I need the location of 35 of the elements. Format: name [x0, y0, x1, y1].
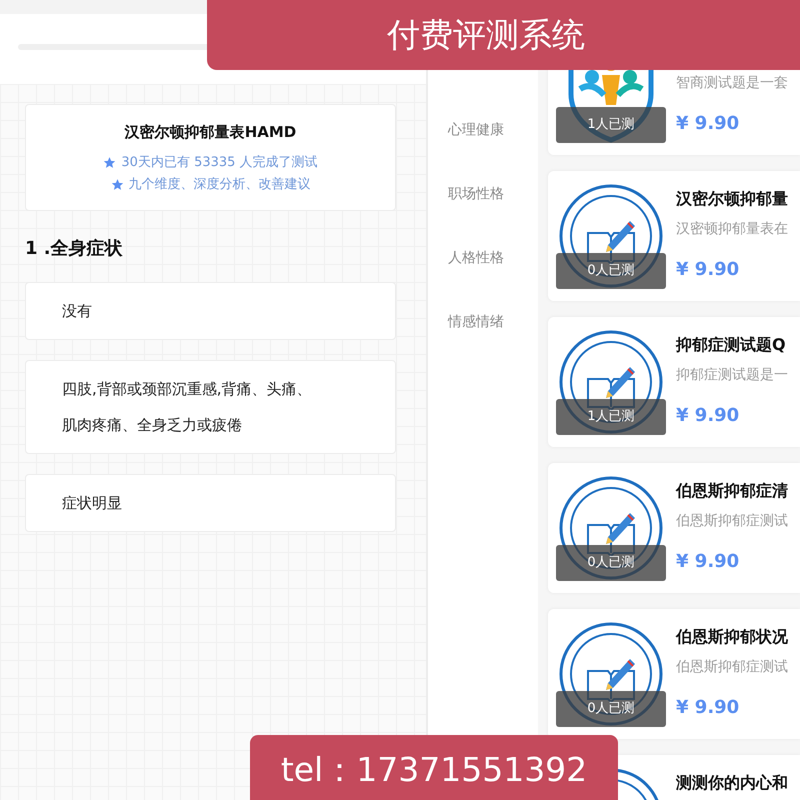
test-price: ¥ 9.90 — [676, 550, 740, 574]
test-title: 汉密尔顿抑郁量 — [676, 188, 788, 210]
scale-title: 汉密尔顿抑郁量表HAMD — [124, 122, 298, 143]
category-tab[interactable]: 情感情绪 — [428, 290, 504, 354]
test-price: ¥ 9.90 — [676, 696, 740, 720]
banner-title: 付费评测系统 — [207, 0, 800, 70]
taken-count: 0人已测 — [556, 545, 666, 581]
answer-option[interactable]: 症状明显 — [25, 474, 396, 532]
test-price: ¥ 9.90 — [676, 258, 740, 282]
test-description: 伯恩斯抑郁症测试 — [676, 658, 788, 677]
test-description: 抑郁症测试题是一 — [676, 366, 788, 385]
test-description: 智商测试题是一套 — [676, 74, 788, 93]
highlight-text: 30天内已有 53335 人完成了测试 — [121, 154, 318, 172]
answer-option[interactable]: 没有 — [25, 282, 396, 340]
test-description: 汉密顿抑郁量表在 — [676, 220, 788, 239]
test-title: 测测你的内心和 — [676, 772, 788, 794]
test-title: 抑郁症测试题Q — [676, 334, 787, 356]
category-tab[interactable]: 人格性格 — [428, 226, 504, 290]
category-tab[interactable]: 职场性格 — [428, 162, 504, 226]
test-title: 伯恩斯抑郁症清 — [676, 480, 788, 502]
star-icon — [110, 178, 124, 191]
category-tab[interactable]: 心理健康 — [428, 98, 504, 162]
test-title: 伯恩斯抑郁状况 — [676, 626, 788, 648]
taken-count: 1人已测 — [556, 107, 666, 143]
taken-count: 0人已测 — [556, 691, 666, 727]
test-description: 伯恩斯抑郁症测试 — [676, 512, 788, 531]
answer-option[interactable]: 四肢,背部或颈部沉重感,背痛、头痛、 肌肉疼痛、全身乏力或疲倦 — [25, 360, 396, 454]
test-price: ¥ 9.90 — [676, 112, 740, 136]
test-price: ¥ 9.90 — [676, 404, 740, 428]
taken-count: 0人已测 — [556, 253, 666, 289]
highlight-text: 九个维度、深度分析、改善建议 — [128, 176, 310, 194]
taken-count: 1人已测 — [556, 399, 666, 435]
question-title: 1 .全身症状 — [25, 236, 124, 260]
star-icon — [103, 156, 116, 169]
contact-phone: tel：17371551392 — [250, 735, 618, 800]
